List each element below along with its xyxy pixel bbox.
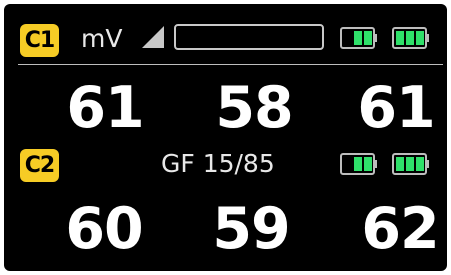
battery-cell — [416, 157, 424, 171]
signal-strength-icon — [142, 26, 164, 48]
battery-cell — [354, 31, 362, 45]
level-bar — [174, 24, 324, 50]
battery-icon — [340, 27, 378, 49]
battery-cell — [344, 31, 352, 45]
channel-2-value-2: 59 — [212, 196, 290, 262]
battery-cell — [344, 157, 352, 171]
battery-cell — [396, 31, 404, 45]
dive-computer-screen: C1 mV 61 58 61 C2 GF 15/85 60 59 62 — [4, 4, 447, 271]
channel-2-value-1: 60 — [65, 196, 143, 262]
battery-icon — [340, 153, 378, 175]
gradient-factor-label: GF 15/85 — [161, 149, 275, 178]
channel-2-value-3: 62 — [361, 196, 439, 262]
channel-1-value-1: 61 — [66, 75, 144, 141]
channel-1-value-3: 61 — [357, 75, 435, 141]
channel-1-badge: C1 — [20, 24, 59, 57]
battery-icon — [392, 27, 430, 49]
battery-cell — [364, 31, 372, 45]
channel-1-value-2: 58 — [215, 75, 293, 141]
battery-cell — [406, 31, 414, 45]
unit-label: mV — [81, 24, 123, 53]
battery-cell — [396, 157, 404, 171]
battery-icon — [392, 153, 430, 175]
battery-cell — [406, 157, 414, 171]
battery-cell — [364, 157, 372, 171]
divider — [18, 64, 443, 65]
battery-cell — [354, 157, 362, 171]
battery-cell — [416, 31, 424, 45]
channel-2-badge: C2 — [20, 149, 59, 182]
